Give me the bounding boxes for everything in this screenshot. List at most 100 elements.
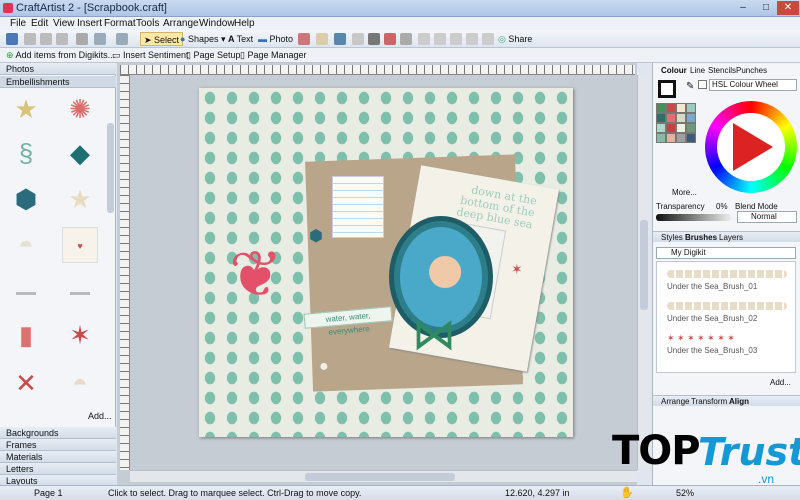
digikit-select[interactable]: My Digikit (656, 247, 796, 259)
select-tool[interactable]: ➤ Select (140, 32, 184, 46)
save-icon[interactable] (6, 33, 18, 45)
add-brush-button[interactable]: Add... (770, 378, 791, 388)
pencil-icon[interactable] (384, 33, 396, 45)
scissors-icon[interactable] (368, 33, 380, 45)
format-painter-icon[interactable] (76, 33, 88, 45)
cut-icon[interactable] (24, 33, 36, 45)
tab-frames[interactable]: Frames (0, 439, 116, 451)
tab-transform[interactable]: Transform (691, 397, 727, 407)
colour-triangle[interactable] (733, 123, 773, 171)
vertical-scrollbar[interactable] (637, 75, 649, 470)
insert-sentiment-button[interactable]: ▭ Insert Sentiment (112, 48, 189, 62)
frame-icon[interactable] (434, 33, 446, 45)
tab-colour[interactable]: Colour (661, 66, 687, 76)
blur-icon[interactable] (450, 33, 462, 45)
starfish-brush-preview[interactable]: ✶ ✶ ✶ ✶ ✶ ✶ ✶ (667, 334, 787, 343)
pearl-brush-preview[interactable] (667, 302, 787, 310)
lined-paper[interactable] (332, 176, 384, 238)
page-indicator[interactable]: Page 1 (34, 487, 63, 499)
swatch[interactable] (676, 103, 686, 113)
close-button[interactable]: ✕ (777, 1, 799, 15)
share-button[interactable]: ◎ Share (498, 32, 532, 46)
crab-item[interactable]: ✺ (62, 91, 98, 127)
redo-icon[interactable] (116, 33, 128, 45)
scallop-shell-item[interactable]: ◓ (8, 227, 44, 263)
colour-mode-select[interactable]: HSL Colour Wheel (709, 79, 797, 91)
menu-file[interactable]: File (10, 17, 26, 30)
menu-arrange[interactable]: Arrange (163, 17, 199, 30)
rotate-icon[interactable] (466, 33, 478, 45)
bow-item[interactable]: ✕ (8, 365, 44, 401)
cream-shell-item[interactable]: ◓ (62, 365, 98, 401)
ribbon-item[interactable]: ▬▬ (8, 275, 44, 298)
swatch[interactable] (656, 103, 666, 113)
transparency-slider[interactable] (656, 214, 731, 221)
green-bow-embellishment[interactable]: ⋈ (399, 310, 469, 360)
tag-item[interactable]: ♥ (62, 227, 98, 263)
sea-glass-item[interactable]: ◆ (62, 135, 98, 171)
page-setup-button[interactable]: ▯ Page Setup (186, 48, 241, 62)
star-shell-item[interactable]: ★ (62, 181, 98, 217)
tab-styles[interactable]: Styles (661, 233, 683, 243)
horizontal-scrollbar[interactable] (130, 470, 637, 482)
tab-layers[interactable]: Layers (719, 233, 743, 243)
tab-photos[interactable]: Photos (0, 63, 116, 75)
seahorse-item[interactable]: § (8, 135, 44, 171)
photo-tool[interactable]: ▬ Photo (258, 32, 293, 46)
text-tool[interactable]: A Text (228, 32, 253, 46)
menu-insert[interactable]: Insert (77, 17, 102, 30)
menu-edit[interactable]: Edit (31, 17, 48, 30)
button-embellishment[interactable]: ● (319, 358, 329, 376)
pan-hand-icon[interactable]: ✋ (620, 487, 634, 499)
swatch[interactable] (666, 103, 676, 113)
tab-backgrounds[interactable]: Backgrounds (0, 427, 116, 439)
swatch[interactable] (656, 133, 666, 143)
tab-embellishments[interactable]: Embellishments (0, 76, 116, 88)
paste-icon[interactable] (56, 33, 68, 45)
colour-wheel[interactable] (705, 101, 797, 193)
swatch[interactable] (676, 133, 686, 143)
shapes-tool[interactable]: ● Shapes ▾ (180, 32, 226, 46)
starfish-item[interactable]: ★ (8, 91, 44, 127)
more-colours-button[interactable]: More... (672, 188, 697, 198)
tab-stencils[interactable]: Stencils (708, 66, 736, 76)
swatch[interactable] (686, 133, 696, 143)
tab-materials[interactable]: Materials (0, 451, 116, 463)
zoom-level[interactable]: 52% (676, 487, 694, 499)
gem-item[interactable]: ⬢ (8, 181, 44, 217)
menu-format[interactable]: Format (104, 17, 136, 30)
copy-icon[interactable] (40, 33, 52, 45)
red-starfish-embellishment[interactable]: ✶ (511, 261, 523, 278)
swatch[interactable] (666, 133, 676, 143)
vertical-ruler[interactable] (120, 75, 130, 470)
colour-mode-checkbox[interactable] (698, 80, 707, 89)
menu-help[interactable]: Help (234, 17, 255, 30)
swatch[interactable] (656, 123, 666, 133)
border-item[interactable]: ▬▬ (62, 275, 98, 298)
tab-line[interactable]: Line (690, 66, 705, 76)
page-manager-button[interactable]: ▯ Page Manager (240, 48, 307, 62)
tab-brushes[interactable]: Brushes (685, 233, 717, 243)
scrapbook-page[interactable]: down at the bottom of the deep blue sea … (199, 88, 573, 437)
swatch[interactable] (666, 123, 676, 133)
minimize-button[interactable]: – (732, 1, 754, 15)
sea-glass-embellishment[interactable]: ⬢ (309, 226, 323, 246)
tab-arrange[interactable]: Arrange (661, 397, 689, 407)
add-items-button[interactable]: ⊕ Add items from Digikits... (6, 48, 115, 62)
vertical-scroll-thumb[interactable] (640, 220, 648, 310)
red-starfish-item[interactable]: ✶ (62, 317, 98, 353)
eyedropper-icon[interactable]: ✎ (686, 81, 694, 92)
fill-swatch[interactable] (658, 80, 676, 98)
swatch[interactable] (676, 123, 686, 133)
undo-icon[interactable] (94, 33, 106, 45)
patterned-tag-item[interactable]: ▮ (8, 317, 44, 353)
brightness-icon[interactable] (482, 33, 494, 45)
crop-icon[interactable] (400, 33, 412, 45)
horizontal-ruler[interactable] (120, 65, 635, 75)
swatch[interactable] (686, 123, 696, 133)
maximize-button[interactable]: □ (755, 1, 777, 15)
pearl-brush-preview[interactable] (667, 270, 787, 278)
horizontal-scroll-thumb[interactable] (305, 473, 455, 481)
tab-punches[interactable]: Punches (736, 66, 767, 76)
tab-align[interactable]: Align (729, 397, 749, 407)
